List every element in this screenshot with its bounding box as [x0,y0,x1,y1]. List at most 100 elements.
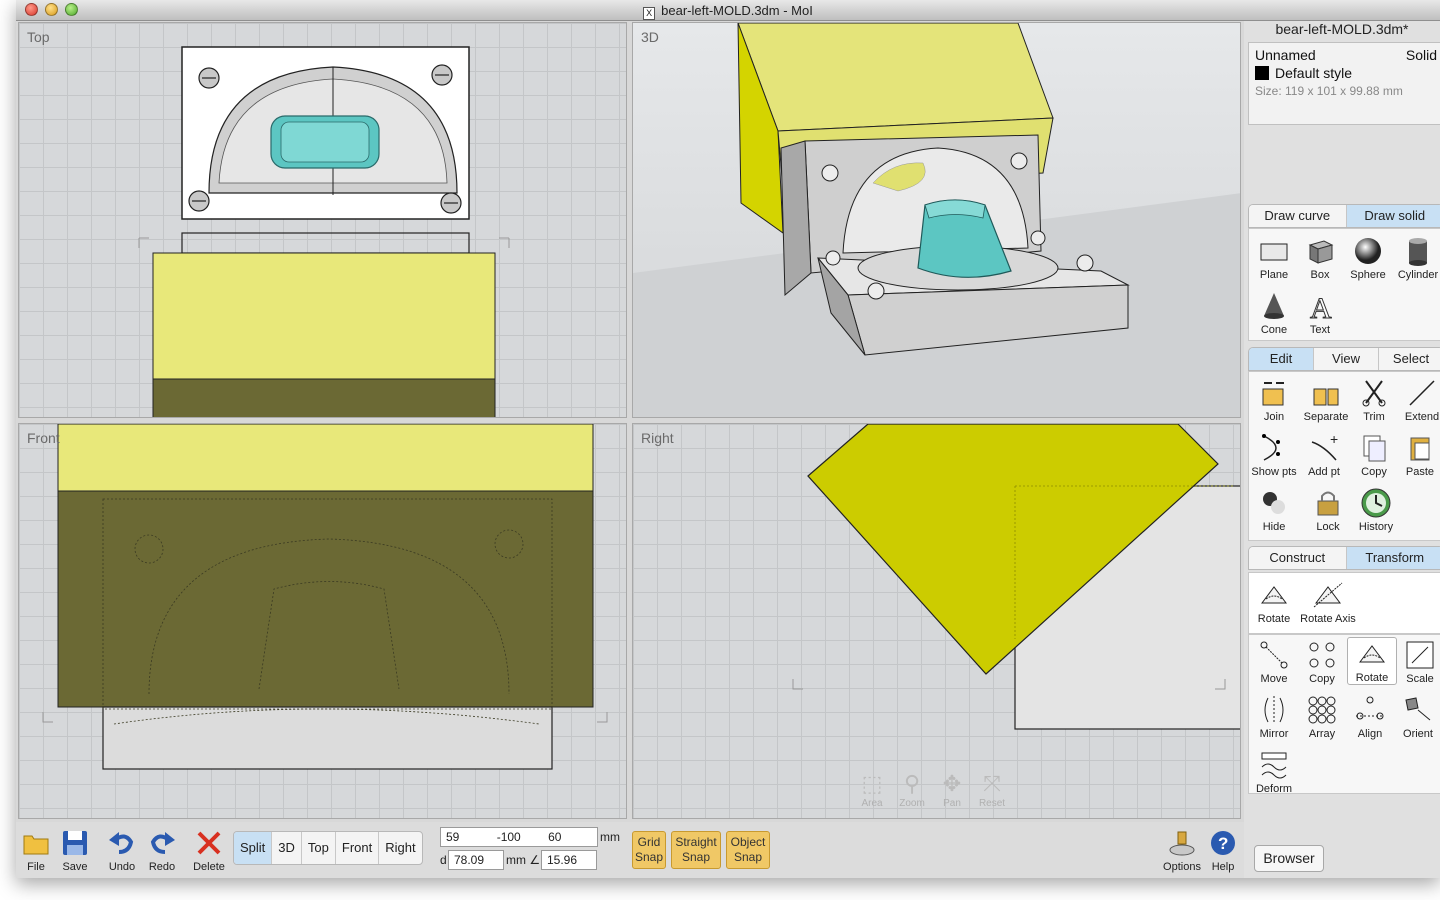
sphere-label: Sphere [1350,269,1386,281]
mirror-tool[interactable]: Mirror [1249,694,1299,740]
angle-input[interactable]: 15.96 [541,850,597,870]
help-button[interactable]: ? Help [1203,828,1243,873]
view-top-button[interactable]: Top [302,832,336,864]
deform-tool[interactable]: Deform [1249,749,1299,795]
join-tool[interactable]: Join [1249,377,1299,423]
trim-label: Trim [1363,411,1385,423]
object-snap-button[interactable]: Object Snap [726,831,770,869]
undo-button[interactable]: Undo [102,828,142,873]
browser-button[interactable]: Browser [1254,845,1324,872]
history-tool[interactable]: History [1351,487,1401,533]
move-tool[interactable]: Move [1249,639,1299,685]
add-point-icon: + [1311,432,1338,461]
tab-construct[interactable]: Construct [1249,547,1347,569]
draw-solid-tools: Plane Box Sphere Cylinder Cone A Text [1248,228,1440,341]
box-tool[interactable]: Box [1295,235,1345,281]
view-3d-button[interactable]: 3D [272,832,302,864]
right-viewport-label: Right [641,430,674,446]
cylinder-tool[interactable]: Cylinder [1393,235,1440,281]
side-panel: bear-left-MOLD.3dm* Unnamed Solid Default… [1244,21,1440,878]
text-icon: A [1310,292,1333,323]
straight-snap-button[interactable]: Straight Snap [671,831,721,869]
pan-tool[interactable]: ✥ Pan [938,770,966,809]
tab-view[interactable]: View [1314,348,1379,370]
align-icon [1356,696,1384,720]
plane-label: Plane [1259,269,1289,281]
tab-select[interactable]: Select [1379,348,1440,370]
show-pts-tool[interactable]: Show pts [1249,432,1299,478]
delete-button[interactable]: Delete [189,828,229,873]
lock-tool[interactable]: Lock [1303,487,1353,533]
3d-viewport[interactable]: 3D [632,22,1241,418]
reset-tool[interactable]: ⤧ Reset [978,770,1006,809]
rotate-axis-tool[interactable]: Rotate Axis [1299,579,1357,625]
rotate-label: Rotate [1257,613,1291,625]
copy-label: Copy [1361,466,1387,478]
folder-icon [23,835,49,855]
plane-tool[interactable]: Plane [1249,235,1299,281]
object-name[interactable]: Unnamed [1255,47,1316,63]
show-pts-label: Show pts [1251,466,1297,478]
area-zoom-tool[interactable]: ⬚ Area [858,770,886,809]
tab-edit[interactable]: Edit [1249,348,1314,370]
title-bar[interactable]: Xbear-left-MOLD.3dm - MoI [16,0,1440,21]
coordinate-input[interactable]: 59 -100 60 [440,827,598,847]
straight-snap-line2: Snap [681,850,711,864]
copy-transform-icon [1309,642,1335,668]
properties-box: Unnamed Solid Default style Size: 119 x 1… [1248,42,1440,125]
deform-icon [1261,752,1287,779]
array-tool[interactable]: Array [1297,694,1347,740]
separate-tool[interactable]: Separate [1301,377,1351,423]
array-label: Array [1308,728,1336,740]
rotate-tool[interactable]: Rotate [1249,579,1299,625]
front-viewport[interactable]: Front [18,423,627,819]
redo-button[interactable]: Redo [142,828,182,873]
area-icon: ⬚ [861,771,883,796]
view-right-button[interactable]: Right [379,832,421,864]
svg-text:+: + [1330,432,1338,447]
window-title-text: bear-left-MOLD.3dm - MoI [661,3,813,18]
view-split-button[interactable]: Split [234,832,273,864]
right-viewport[interactable]: Right ⬚ Area ⚲ Zoom ✥ Pan ⤧ Reset [632,423,1241,819]
history-label: History [1358,521,1394,533]
paste-icon [1410,437,1430,461]
options-button[interactable]: Options [1162,828,1202,873]
view-front-button[interactable]: Front [336,832,380,864]
file-label: File [27,861,45,873]
rotate-icon [1261,586,1287,604]
save-button[interactable]: Save [55,828,95,873]
distance-input[interactable]: 78.09 [448,850,504,870]
tab-draw-curve[interactable]: Draw curve [1249,205,1347,227]
file-button[interactable]: File [16,828,56,873]
copy-transform-tool[interactable]: Copy [1297,639,1347,685]
tab-transform[interactable]: Transform [1346,547,1440,569]
pan-icon: ✥ [942,771,962,796]
array-icon [1308,696,1336,724]
sphere-tool[interactable]: Sphere [1343,235,1393,281]
rotate-transform-tool[interactable]: Rotate [1347,637,1397,685]
paste-tool[interactable]: Paste [1395,432,1440,478]
show-points-icon [1262,434,1280,461]
lock-label: Lock [1316,521,1340,533]
cone-tool[interactable]: Cone [1249,290,1299,336]
add-pt-tool[interactable]: + Add pt [1299,432,1349,478]
scale-tool[interactable]: Scale [1395,639,1440,685]
align-tool[interactable]: Align [1345,694,1395,740]
style-row[interactable]: Default style [1255,65,1437,81]
move-label: Move [1260,673,1288,685]
text-tool[interactable]: A Text [1295,290,1345,337]
front-view-drawing [42,424,608,770]
zoom-tool[interactable]: ⚲ Zoom [898,770,926,809]
text-label: Text [1309,324,1331,336]
orient-tool[interactable]: Orient [1393,694,1440,740]
extend-tool[interactable]: Extend [1397,377,1440,423]
tab-draw-solid[interactable]: Draw solid [1346,205,1440,227]
copy-tool[interactable]: Copy [1349,432,1399,478]
hide-tool[interactable]: Hide [1249,487,1299,533]
draw-tabs: Draw curve Draw solid [1248,204,1440,228]
rotate-axis-label: Rotate Axis [1300,613,1356,625]
grid-snap-button[interactable]: Grid Snap [632,831,666,869]
trim-tool[interactable]: Trim [1349,377,1399,423]
window-title: Xbear-left-MOLD.3dm - MoI [16,3,1440,20]
top-viewport[interactable]: Top [18,22,627,418]
